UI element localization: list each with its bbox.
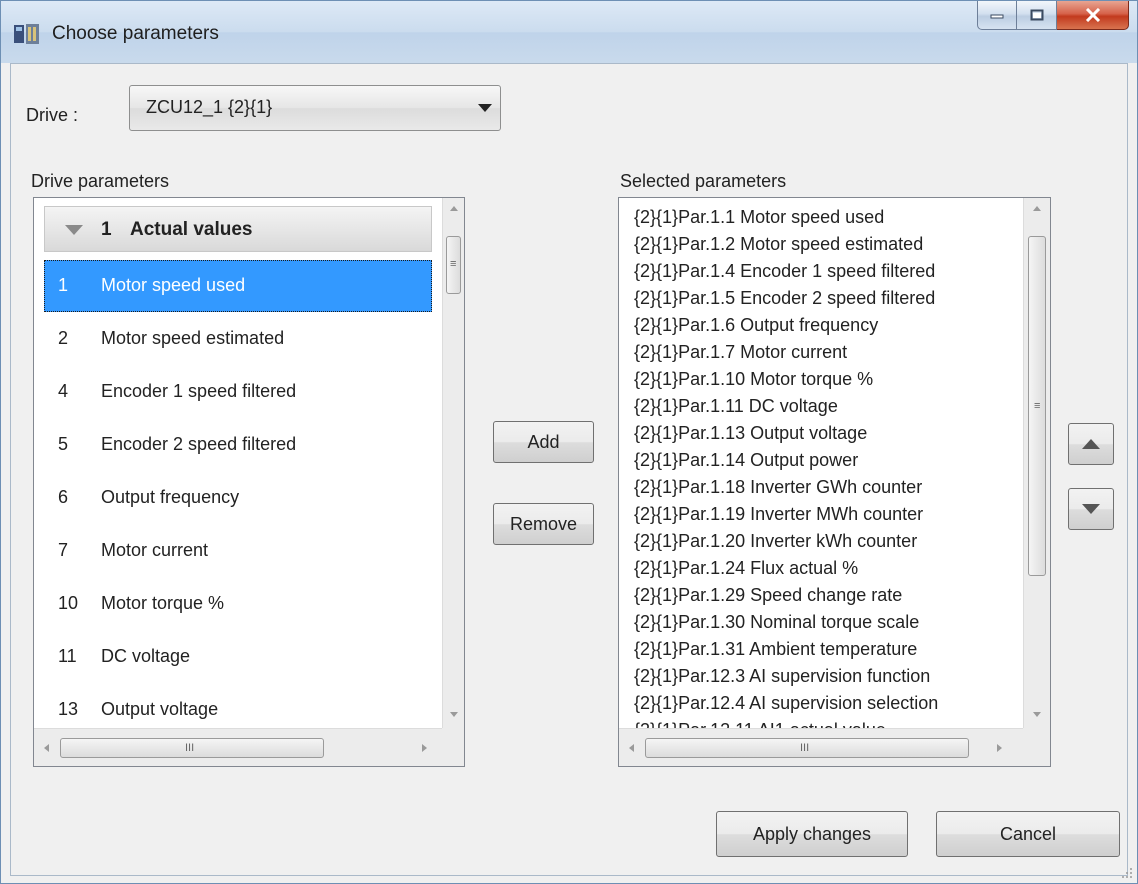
list-item[interactable]: {2}{1}Par.1.30 Nominal torque scale [634, 611, 1018, 634]
param-number: 10 [58, 593, 79, 613]
list-item[interactable]: 4 Encoder 1 speed filtered [44, 366, 432, 418]
list-item[interactable]: {2}{1}Par.1.4 Encoder 1 speed filtered [634, 260, 1018, 283]
horizontal-scrollbar[interactable]: III [619, 728, 1023, 766]
list-item[interactable]: {2}{1}Par.1.5 Encoder 2 speed filtered [634, 287, 1018, 310]
scroll-thumb[interactable]: III [645, 738, 969, 758]
window-title: Choose parameters [52, 23, 219, 44]
maximize-icon [1030, 9, 1043, 21]
param-number: 1 [58, 275, 69, 295]
scroll-thumb[interactable]: III [60, 738, 324, 758]
scroll-left-icon[interactable] [629, 744, 634, 752]
param-number: 13 [58, 699, 79, 719]
vertical-scrollbar[interactable]: ≡ [442, 198, 464, 728]
scroll-left-icon[interactable] [44, 744, 49, 752]
choose-parameters-window: Choose parameters Drive : ZCU12_1 {2}{1}… [0, 0, 1138, 884]
param-name: Encoder 1 speed filtered [101, 381, 297, 401]
scroll-thumb[interactable]: ≡ [1028, 236, 1046, 576]
scroll-right-icon[interactable] [422, 744, 427, 752]
drive-select-value: ZCU12_1 {2}{1} [146, 97, 273, 117]
scroll-down-icon[interactable] [1033, 712, 1041, 717]
list-item[interactable]: {2}{1}Par.1.29 Speed change rate [634, 584, 1018, 607]
arrow-up-icon [1082, 439, 1100, 449]
maximize-button[interactable] [1017, 1, 1057, 30]
close-icon [1085, 8, 1100, 22]
list-item[interactable]: {2}{1}Par.1.13 Output voltage [634, 422, 1018, 445]
list-item[interactable]: {2}{1}Par.1.10 Motor torque % [634, 368, 1018, 391]
app-icon [14, 24, 39, 44]
scroll-down-icon[interactable] [450, 712, 458, 717]
list-item[interactable]: 2 Motor speed estimated [44, 313, 432, 365]
arrow-down-icon [1082, 504, 1100, 514]
cancel-button[interactable]: Cancel [936, 811, 1120, 857]
scroll-up-icon[interactable] [450, 206, 458, 211]
list-item[interactable]: {2}{1}Par.1.2 Motor speed estimated [634, 233, 1018, 256]
list-item[interactable]: {2}{1}Par.1.20 Inverter kWh counter [634, 530, 1018, 553]
list-item[interactable]: {2}{1}Par.1.19 Inverter MWh counter [634, 503, 1018, 526]
group-number: 1 [101, 219, 112, 240]
minimize-icon [990, 14, 1004, 19]
selected-parameters-label: Selected parameters [620, 171, 787, 191]
add-button[interactable]: Add [493, 421, 594, 463]
move-down-button[interactable] [1068, 488, 1114, 530]
minimize-button[interactable] [977, 1, 1017, 30]
list-item[interactable]: {2}{1}Par.1.1 Motor speed used [634, 206, 1018, 229]
remove-button[interactable]: Remove [493, 503, 594, 545]
list-item[interactable]: {2}{1}Par.1.18 Inverter GWh counter [634, 476, 1018, 499]
list-item[interactable]: 10 Motor torque % [44, 578, 432, 630]
list-item[interactable]: 11 DC voltage [44, 631, 432, 683]
grip-icon: ≡ [1034, 400, 1041, 412]
scroll-up-icon[interactable] [1033, 206, 1041, 211]
group-title: Actual values [130, 219, 253, 240]
param-name: Encoder 2 speed filtered [101, 434, 297, 454]
resize-grip-icon[interactable] [1119, 865, 1133, 879]
param-number: 2 [58, 328, 69, 348]
list-item[interactable]: 1 Motor speed used [44, 260, 432, 312]
list-item[interactable]: {2}{1}Par.1.14 Output power [634, 449, 1018, 472]
collapse-arrow-icon[interactable] [65, 225, 83, 235]
grip-icon: III [800, 742, 810, 754]
param-name: Motor torque % [101, 593, 225, 613]
drive-parameters-list[interactable]: 1 Actual values 1 Motor speed used 2 Mot… [33, 197, 465, 767]
grip-icon: III [185, 742, 195, 754]
drive-parameters-label: Drive parameters [31, 171, 170, 191]
vertical-scrollbar[interactable]: ≡ [1023, 198, 1050, 728]
apply-changes-button[interactable]: Apply changes [716, 811, 908, 857]
param-number: 4 [58, 381, 69, 401]
list-item[interactable]: 6 Output frequency [44, 472, 432, 524]
list-item[interactable]: {2}{1}Par.12.3 AI supervision function [634, 665, 1018, 688]
list-item[interactable]: {2}{1}Par.12.4 AI supervision selection [634, 692, 1018, 715]
param-number: 7 [58, 540, 69, 560]
param-name: Output frequency [101, 487, 240, 507]
list-item[interactable]: 7 Motor current [44, 525, 432, 577]
drive-label: Drive : [26, 105, 79, 125]
param-number: 5 [58, 434, 69, 454]
close-button[interactable] [1057, 1, 1129, 30]
list-item[interactable]: {2}{1}Par.1.31 Ambient temperature [634, 638, 1018, 661]
scrollbar-corner [1023, 728, 1050, 766]
drive-select[interactable]: ZCU12_1 {2}{1} [129, 85, 501, 131]
list-item[interactable]: 5 Encoder 2 speed filtered [44, 419, 432, 471]
horizontal-scrollbar[interactable]: III [34, 728, 442, 766]
param-number: 6 [58, 487, 69, 507]
param-name: Motor speed estimated [101, 328, 285, 348]
grip-icon: ≡ [450, 258, 457, 270]
list-item[interactable]: {2}{1}Par.1.11 DC voltage [634, 395, 1018, 418]
param-name: Motor current [101, 540, 209, 560]
caption-buttons [977, 1, 1129, 31]
title-bar[interactable]: Choose parameters [1, 1, 1137, 63]
param-number: 11 [58, 646, 77, 666]
move-up-button[interactable] [1068, 423, 1114, 465]
scroll-right-icon[interactable] [997, 744, 1002, 752]
list-item[interactable]: {2}{1}Par.1.6 Output frequency [634, 314, 1018, 337]
chevron-down-icon[interactable] [478, 104, 492, 112]
param-name: DC voltage [101, 646, 191, 666]
param-name: Motor speed used [101, 275, 246, 295]
scrollbar-corner [442, 728, 464, 766]
list-item[interactable]: {2}{1}Par.1.24 Flux actual % [634, 557, 1018, 580]
group-header-actual-values[interactable]: 1 Actual values [44, 206, 432, 252]
list-item[interactable]: {2}{1}Par.1.7 Motor current [634, 341, 1018, 364]
param-name: Output voltage [101, 699, 219, 719]
selected-parameters-list[interactable]: {2}{1}Par.1.1 Motor speed used {2}{1}Par… [618, 197, 1051, 767]
scroll-thumb[interactable]: ≡ [446, 236, 461, 294]
